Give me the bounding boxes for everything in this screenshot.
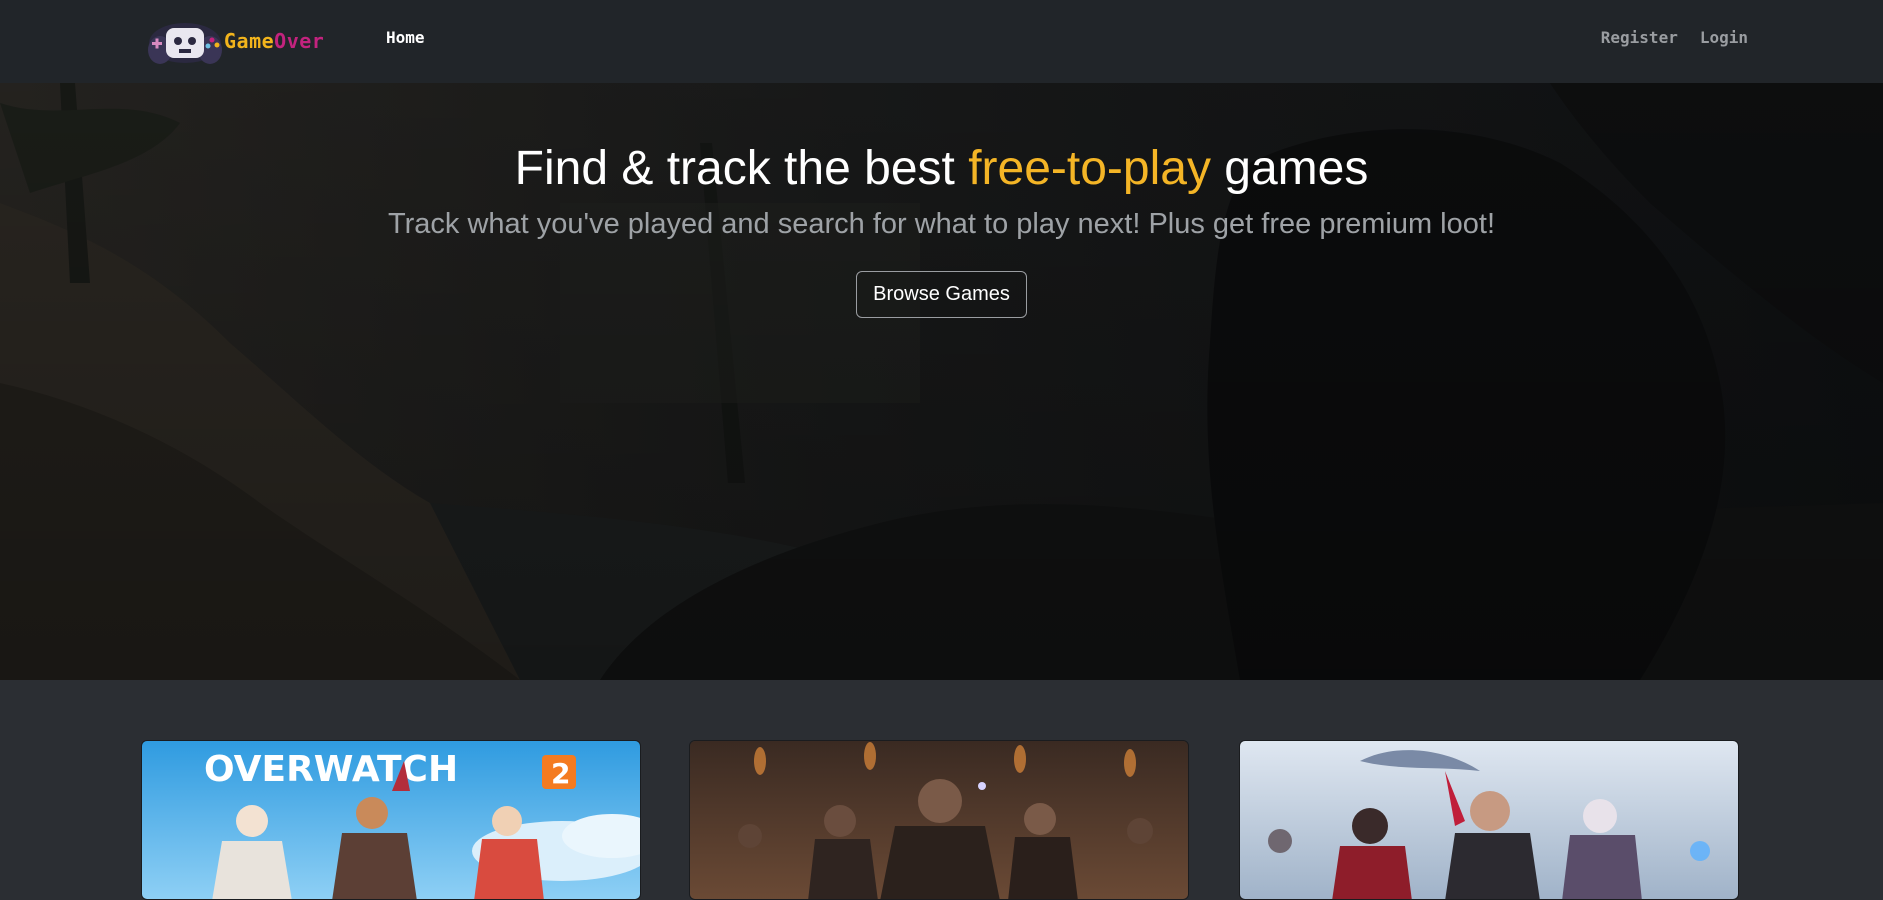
brand-name-game: Game <box>224 29 275 53</box>
brand-name-over: Over <box>274 29 325 53</box>
game-card-image <box>690 741 1188 899</box>
game-card-image: OVERWATCH 2 <box>142 741 640 899</box>
hero-section: Find & track the best free-to-play games… <box>0 83 1883 680</box>
hero-content: Find & track the best free-to-play games… <box>0 141 1883 319</box>
game-card[interactable] <box>1239 740 1739 900</box>
brand-link[interactable]: GameOver <box>146 16 324 66</box>
gamepad-skull-icon <box>148 23 222 64</box>
hero-title-end: games <box>1210 142 1369 195</box>
brand-name: GameOver <box>224 29 324 53</box>
browse-games-button[interactable]: Browse Games <box>856 271 1027 319</box>
nav-home-link[interactable]: Home <box>386 28 425 47</box>
nav-login-link[interactable]: Login <box>1700 28 1748 47</box>
game-card[interactable]: OVERWATCH 2 <box>141 740 641 900</box>
hero-subtitle: Track what you've played and search for … <box>387 208 1495 241</box>
nav-register-link[interactable]: Register <box>1601 28 1678 47</box>
game-card[interactable] <box>689 740 1189 900</box>
hero-title-start: Find & track the best <box>514 142 969 195</box>
hero-title-accent: free-to-play <box>968 142 1211 195</box>
game-card-title: OVERWATCH <box>204 749 458 790</box>
hero-title: Find & track the best free-to-play games <box>0 141 1883 196</box>
game-card-title-badge: 2 <box>551 757 570 790</box>
game-card-image <box>1240 741 1738 899</box>
nav-auth-links: Register Login <box>1601 28 1748 47</box>
navbar: GameOver Home Register Login <box>0 0 1883 83</box>
